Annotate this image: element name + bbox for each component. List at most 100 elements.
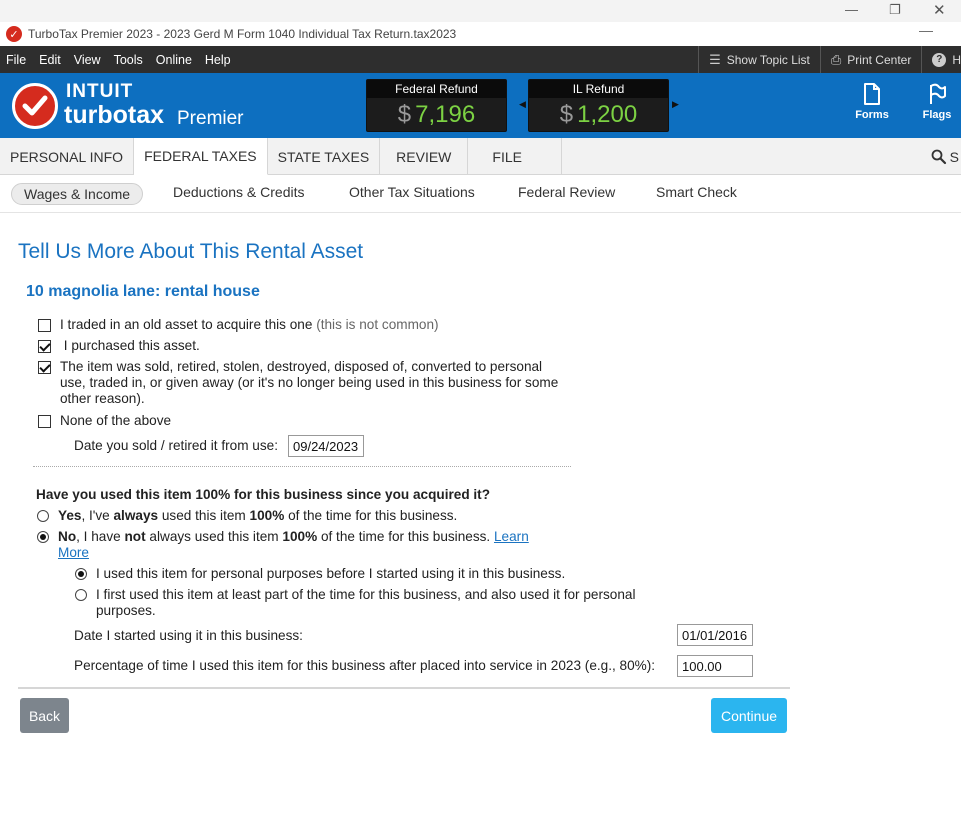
option-personal-before[interactable]: I used this item for personal purposes b… <box>75 566 565 582</box>
flags-button[interactable]: Flags <box>912 81 961 121</box>
part-time-radio[interactable] <box>75 589 87 601</box>
search-icon <box>931 149 946 164</box>
asset-name: 10 magnolia lane: rental house <box>26 283 260 300</box>
federal-refund-amount: 7,196 <box>415 101 476 128</box>
yes-text-3: of the time for this business. <box>284 508 458 523</box>
part-time-label-line2: purposes. <box>96 603 156 618</box>
menu-bar: File Edit View Tools Online Help ☰ Show … <box>0 46 961 73</box>
section-divider <box>33 466 571 467</box>
flag-icon <box>930 83 946 104</box>
search-label: S <box>949 148 959 165</box>
turbotax-wordmark: turbotax <box>64 101 164 129</box>
none-label: None of the above <box>60 413 172 428</box>
option-no-not-always[interactable]: No, I have not always used this item 100… <box>37 529 529 561</box>
menu-help[interactable]: Help <box>199 53 238 67</box>
turbotax-check-logo <box>12 83 58 129</box>
part-time-label-line1: I first used this item at least part of … <box>96 587 636 602</box>
option-none[interactable]: None of the above <box>38 413 171 429</box>
list-icon: ☰ <box>709 51 721 67</box>
continue-button[interactable]: Continue <box>711 698 787 733</box>
menu-file[interactable]: File <box>0 53 33 67</box>
close-window-icon[interactable]: ✕ <box>933 1 946 19</box>
main-tabs: PERSONAL INFO FEDERAL TAXES STATE TAXES … <box>0 138 961 175</box>
sold-retired-label-line1: The item was sold, retired, stolen, dest… <box>60 359 543 374</box>
option-purchased[interactable]: I purchased this asset. <box>38 338 200 354</box>
learn-more-link-part2[interactable]: More <box>58 545 529 561</box>
show-topic-list-label: Show Topic List <box>726 52 810 67</box>
brand-header: INTUIT turbotax Premier Federal Refund $… <box>0 73 961 138</box>
sold-retired-label-line3: other reason). <box>60 391 145 406</box>
subtab-federal-review[interactable]: Federal Review <box>518 184 615 200</box>
date-sold-input[interactable]: 09/24/2023 <box>288 435 364 457</box>
help-icon: ? <box>932 52 947 67</box>
tab-state-taxes[interactable]: STATE TAXES <box>268 138 381 175</box>
option-traded-in[interactable]: I traded in an old asset to acquire this… <box>38 317 439 333</box>
no-text-3: of the time for this business. <box>317 529 494 544</box>
flags-label: Flags <box>922 109 952 121</box>
no-bold-not: not <box>124 529 146 544</box>
forms-button[interactable]: Forms <box>847 81 897 121</box>
sub-tabs: Wages & Income Deductions & Credits Othe… <box>0 175 961 213</box>
tab-file[interactable]: FILE <box>468 138 562 175</box>
state-refund-meter[interactable]: IL Refund $1,200 <box>528 79 669 132</box>
edition-label: Premier <box>177 108 244 129</box>
back-button[interactable]: Back <box>20 698 69 733</box>
option-sold-retired[interactable]: The item was sold, retired, stolen, dest… <box>38 359 558 407</box>
state-refund-label: IL Refund <box>529 80 668 98</box>
percentage-label: Percentage of time I used this item for … <box>74 658 656 673</box>
no-bold: No <box>58 529 77 544</box>
refund-prev-arrow-icon[interactable]: ◀ <box>519 99 526 110</box>
option-part-time[interactable]: I first used this item at least part of … <box>75 587 635 619</box>
percentage-input[interactable]: 100.00 <box>677 655 753 677</box>
date-started-input[interactable]: 01/01/2016 <box>677 624 753 646</box>
menu-view[interactable]: View <box>68 53 108 67</box>
option-yes-always[interactable]: Yes, I've always used this item 100% of … <box>37 508 457 524</box>
window-controls-bar: — ❐ ✕ <box>0 0 961 22</box>
yes-bold-percent: 100% <box>249 508 285 523</box>
show-topic-list-button[interactable]: ☰ Show Topic List <box>698 46 820 73</box>
window-title: TurboTax Premier 2023 - 2023 Gerd M Form… <box>28 27 457 41</box>
yes-text-2: used this item <box>158 508 250 523</box>
subtab-wages-income[interactable]: Wages & Income <box>11 183 144 205</box>
subtab-other-tax-situations[interactable]: Other Tax Situations <box>349 184 475 200</box>
sold-retired-label-line2: use, traded in, or given away (or it's n… <box>60 375 559 390</box>
traded-in-label: I traded in an old asset to acquire this… <box>60 317 313 332</box>
yes-radio[interactable] <box>37 510 49 522</box>
purchased-checkbox[interactable] <box>38 340 51 353</box>
turbotax-app-icon: ✓ <box>6 26 22 42</box>
help-button[interactable]: ? H <box>921 46 961 73</box>
refund-next-arrow-icon[interactable]: ▶ <box>672 99 679 110</box>
state-refund-currency: $ <box>559 101 574 128</box>
no-bold-percent: 100% <box>282 529 318 544</box>
print-center-button[interactable]: ⎙ Print Center <box>819 46 921 73</box>
personal-before-label: I used this item for personal purposes b… <box>96 566 566 581</box>
intuit-wordmark: INTUIT <box>66 81 134 102</box>
sold-retired-checkbox[interactable] <box>38 361 51 374</box>
tab-federal-taxes[interactable]: FEDERAL TAXES <box>134 138 268 175</box>
tab-personal-info[interactable]: PERSONAL INFO <box>0 138 135 175</box>
date-started-label: Date I started using it in this business… <box>74 628 303 643</box>
minimize-icon[interactable]: — <box>919 22 933 38</box>
tab-review[interactable]: REVIEW <box>380 138 469 175</box>
yes-bold-always: always <box>113 508 159 523</box>
subtab-deductions-credits[interactable]: Deductions & Credits <box>173 184 305 200</box>
learn-more-link-part1[interactable]: Learn <box>494 529 529 544</box>
no-radio[interactable] <box>37 531 49 543</box>
restore-window-icon[interactable]: ❐ <box>889 2 901 18</box>
forms-label: Forms <box>855 109 889 121</box>
subtab-smart-check[interactable]: Smart Check <box>656 184 737 200</box>
date-sold-label: Date you sold / retired it from use: <box>74 438 278 453</box>
federal-refund-meter[interactable]: Federal Refund $7,196 <box>366 79 507 132</box>
personal-before-radio[interactable] <box>75 568 87 580</box>
minimize-window-icon[interactable]: — <box>845 2 858 17</box>
menu-tools[interactable]: Tools <box>108 53 150 67</box>
footer-divider <box>18 687 790 689</box>
none-checkbox[interactable] <box>38 415 51 428</box>
traded-in-checkbox[interactable] <box>38 319 51 332</box>
document-icon <box>864 83 880 105</box>
menu-edit[interactable]: Edit <box>33 53 68 67</box>
menu-online[interactable]: Online <box>150 53 199 67</box>
search-button[interactable]: S <box>931 138 961 175</box>
yes-bold: Yes <box>58 508 82 523</box>
checkmark-icon <box>22 95 48 116</box>
